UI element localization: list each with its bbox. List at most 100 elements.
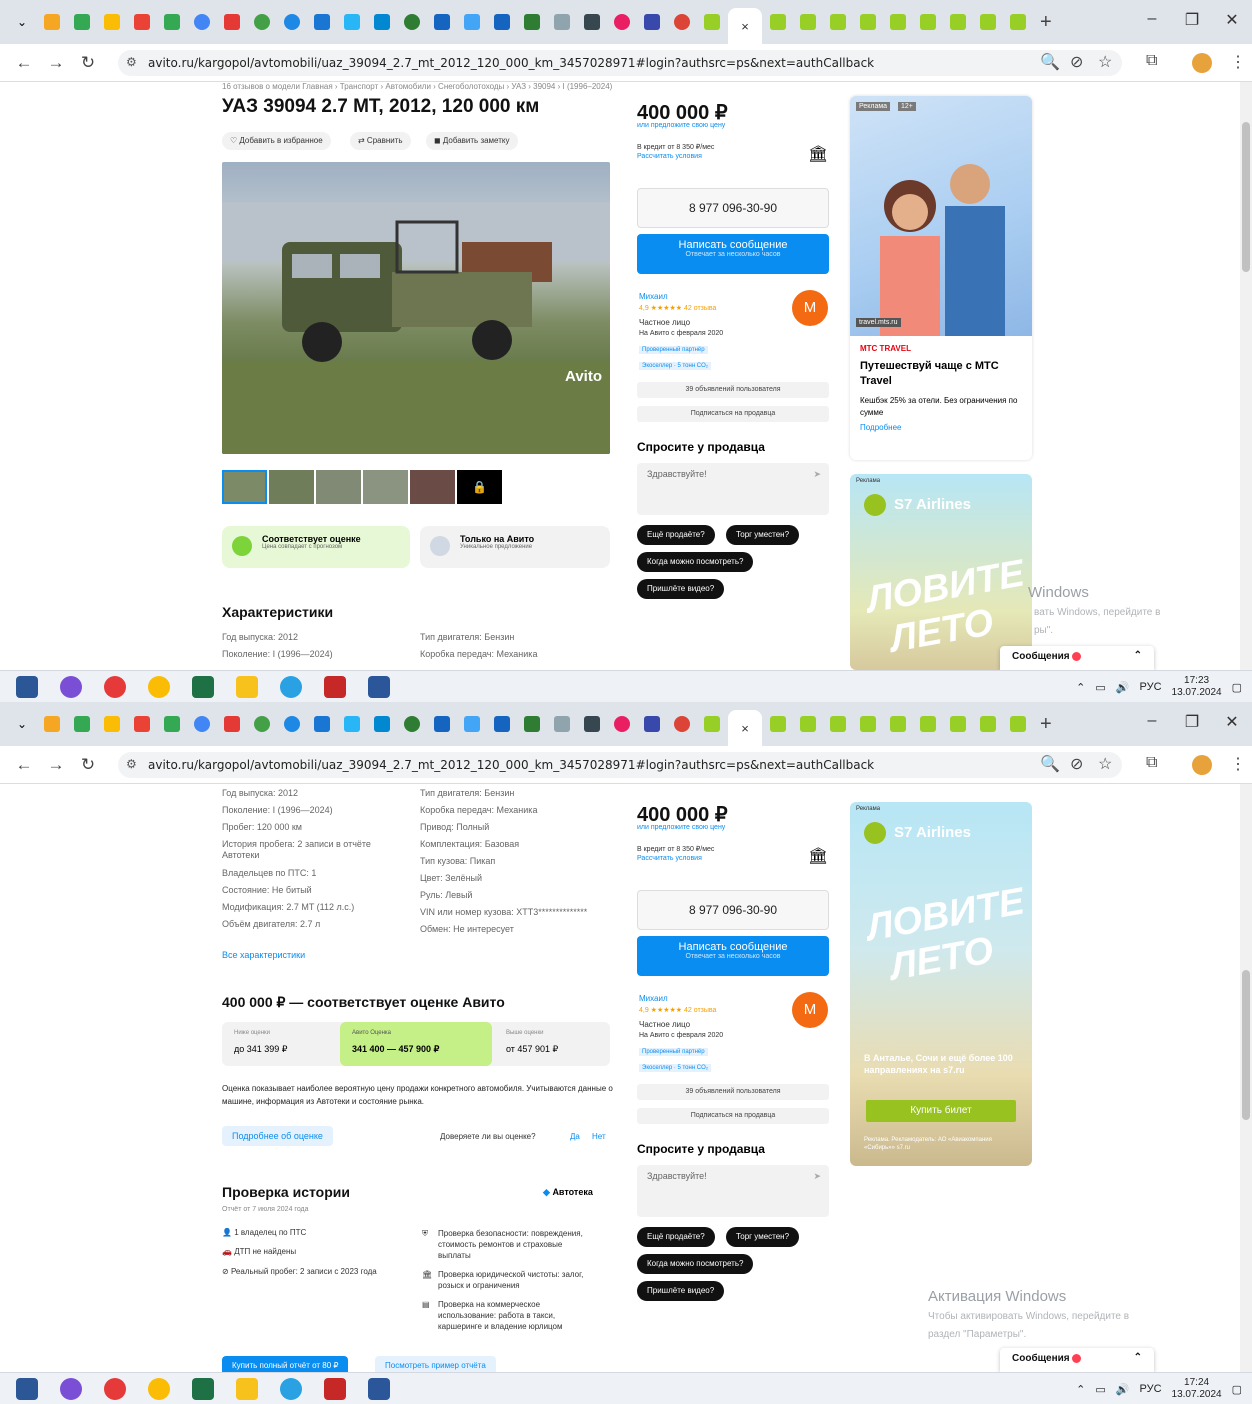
ask-seller-input[interactable]: Здравствуйте! ➤ <box>637 1165 829 1217</box>
url-field[interactable]: ⚙ avito.ru/kargopol/avtomobili/uaz_39094… <box>118 50 1122 76</box>
credit-link[interactable]: Рассчитать условия <box>637 153 702 160</box>
browser-tab[interactable] <box>884 8 912 36</box>
browser-tab[interactable] <box>278 8 306 36</box>
browser-tab[interactable] <box>824 8 852 36</box>
tab-list-button[interactable]: ⌄ <box>8 8 36 36</box>
language-indicator[interactable]: РУС <box>1140 1383 1162 1395</box>
viber-icon[interactable] <box>60 1377 82 1400</box>
word-icon[interactable] <box>368 675 390 698</box>
language-indicator[interactable]: РУС <box>1140 681 1162 693</box>
chevron-up-icon[interactable]: ⌃ <box>1134 1352 1142 1363</box>
buy-ticket-button[interactable]: Купить билет <box>866 1100 1016 1122</box>
browser-tab[interactable] <box>974 710 1002 738</box>
ask-seller-input[interactable]: Здравствуйте! ➤ <box>637 463 829 515</box>
bookmark-star-icon[interactable]: ☆ <box>1098 754 1112 774</box>
browser-tab[interactable] <box>458 8 486 36</box>
profile-avatar-icon[interactable] <box>1192 755 1212 775</box>
browser-tab[interactable] <box>68 710 96 738</box>
quick-question-chip[interactable]: Ещё продаёте? <box>637 1227 715 1247</box>
browser-tab[interactable] <box>128 710 156 738</box>
network-icon[interactable]: ▭ <box>1095 1383 1105 1396</box>
volume-icon[interactable]: 🔊 <box>1116 1383 1130 1396</box>
badge-only-avito[interactable]: Только на Авито Уникальное предложение <box>420 526 610 568</box>
quick-question-chip[interactable]: Когда можно посмотреть? <box>637 1254 754 1274</box>
tray-chevron-icon[interactable]: ⌃ <box>1076 1383 1085 1396</box>
browser-tab[interactable] <box>854 710 882 738</box>
tray-chevron-icon[interactable]: ⌃ <box>1076 681 1085 694</box>
phone-button[interactable]: 8 977 096-30-90 <box>637 188 829 228</box>
site-settings-icon[interactable]: ⚙ <box>126 55 137 69</box>
message-button[interactable]: Написать сообщение Отвечает за несколько… <box>637 936 829 976</box>
file-explorer-icon[interactable] <box>236 675 258 698</box>
browser-tab[interactable] <box>248 710 276 738</box>
seller-rating[interactable]: 4,9 ★★★★★ 42 отзыва <box>639 1006 716 1014</box>
browser-tab[interactable] <box>518 710 546 738</box>
close-window-button[interactable]: ✕ <box>1212 712 1252 732</box>
quick-question-chip[interactable]: Ещё продаёте? <box>637 525 715 545</box>
trust-no-link[interactable]: Нет <box>592 1132 606 1141</box>
restore-button[interactable]: ❐ <box>1172 712 1212 732</box>
subscribe-button[interactable]: Подписаться на продавца <box>637 406 829 422</box>
browser-tab[interactable] <box>944 8 972 36</box>
browser-tab[interactable] <box>368 8 396 36</box>
browser-tab[interactable] <box>914 710 942 738</box>
url-field[interactable]: ⚙ avito.ru/kargopol/avtomobili/uaz_39094… <box>118 752 1122 778</box>
quick-question-chip[interactable]: Пришлёте видео? <box>637 1281 725 1301</box>
browser-tab[interactable] <box>1004 8 1032 36</box>
thumbnail[interactable] <box>410 470 455 504</box>
pdf-icon[interactable] <box>324 675 346 698</box>
browser-tab[interactable] <box>368 710 396 738</box>
browser-tab[interactable] <box>38 8 66 36</box>
eye-off-icon[interactable]: ⊘ <box>1070 52 1083 72</box>
seller-avatar[interactable]: М <box>792 992 828 1028</box>
app-icon[interactable] <box>104 675 126 698</box>
network-icon[interactable]: ▭ <box>1095 681 1105 694</box>
quick-question-chip[interactable]: Торг уместен? <box>726 1227 800 1247</box>
seller-ads-button[interactable]: 39 объявлений пользователя <box>637 382 829 398</box>
word-icon[interactable] <box>368 1377 390 1400</box>
forward-button[interactable]: → <box>40 755 72 775</box>
chrome-icon[interactable] <box>148 1377 170 1400</box>
browser-tab[interactable] <box>698 710 726 738</box>
back-button[interactable]: ← <box>8 755 40 775</box>
seller-ads-button[interactable]: 39 объявлений пользователя <box>637 1084 829 1100</box>
restore-button[interactable]: ❐ <box>1172 10 1212 30</box>
browser-tab[interactable] <box>98 710 126 738</box>
lock-thumbnail[interactable]: 🔒 <box>457 470 502 504</box>
start-icon[interactable] <box>16 1377 38 1400</box>
browser-tab[interactable] <box>68 8 96 36</box>
browser-tab-active[interactable]: × <box>728 8 762 44</box>
messages-tab[interactable]: Сообщения ⌃ <box>1000 646 1154 670</box>
badge-price-match[interactable]: Соответствует оценке Цена совпадает с пр… <box>222 526 410 568</box>
browser-tab[interactable] <box>308 8 336 36</box>
browser-tab[interactable] <box>764 8 792 36</box>
browser-tab[interactable] <box>158 8 186 36</box>
browser-tab[interactable] <box>914 8 942 36</box>
clock[interactable]: 17:23 13.07.2024 <box>1172 675 1222 699</box>
browser-tab[interactable] <box>398 8 426 36</box>
browser-tab[interactable] <box>188 8 216 36</box>
sample-report-button[interactable]: Посмотреть пример отчёта <box>375 1356 496 1372</box>
browser-tab[interactable] <box>458 710 486 738</box>
minimize-button[interactable]: – <box>1132 712 1172 730</box>
s7-ad[interactable]: Реклама S7 Airlines ЛОВИТЕ ЛЕТО <box>850 474 1032 670</box>
browser-tab[interactable] <box>764 710 792 738</box>
subscribe-button[interactable]: Подписаться на продавца <box>637 1108 829 1124</box>
spec-item[interactable]: История пробега: 2 записи в отчёте Автот… <box>222 839 398 861</box>
browser-tab[interactable] <box>608 710 636 738</box>
browser-tab[interactable] <box>428 710 456 738</box>
app-icon[interactable] <box>104 1377 126 1400</box>
clock[interactable]: 17:24 13.07.2024 <box>1172 1377 1222 1401</box>
browser-tab[interactable] <box>428 8 456 36</box>
browser-tab[interactable] <box>944 710 972 738</box>
browser-tab[interactable] <box>824 710 852 738</box>
browser-tab[interactable] <box>578 710 606 738</box>
offer-price-link[interactable]: или предложите свою цену <box>637 122 725 129</box>
main-photo[interactable]: Avito <box>222 162 610 454</box>
excel-icon[interactable] <box>192 675 214 698</box>
messages-tab[interactable]: Сообщения ⌃ <box>1000 1348 1154 1372</box>
browser-tab[interactable] <box>128 8 156 36</box>
browser-tab[interactable] <box>488 710 516 738</box>
reload-button[interactable]: ↻ <box>72 53 104 73</box>
browser-tab[interactable] <box>608 8 636 36</box>
